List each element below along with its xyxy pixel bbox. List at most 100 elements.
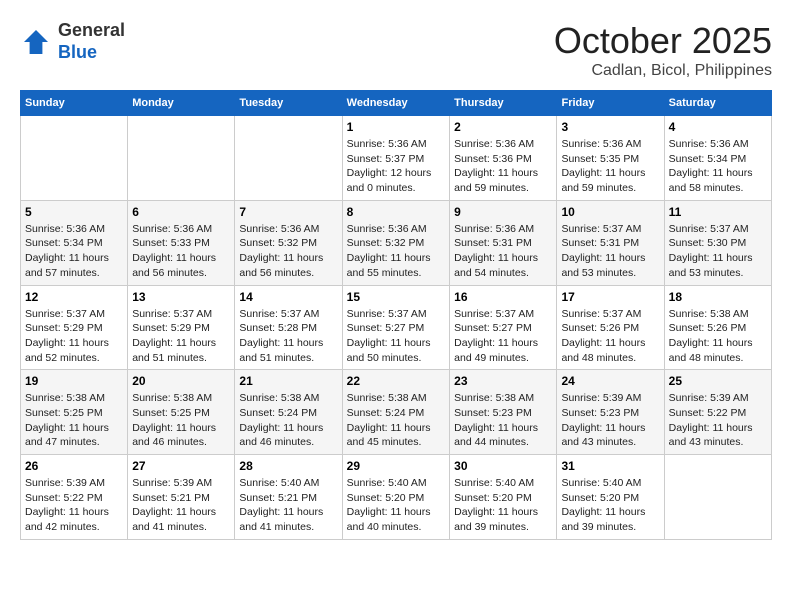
month-title: October 2025 bbox=[554, 20, 772, 62]
calendar-cell bbox=[21, 116, 128, 201]
cell-details: Sunrise: 5:36 AM Sunset: 5:32 PM Dayligh… bbox=[239, 222, 337, 281]
week-row-2: 5 Sunrise: 5:36 AM Sunset: 5:34 PM Daylig… bbox=[21, 200, 772, 285]
calendar-cell: 23 Sunrise: 5:38 AM Sunset: 5:23 PM Dayli… bbox=[450, 370, 557, 455]
calendar-cell: 26 Sunrise: 5:39 AM Sunset: 5:22 PM Dayli… bbox=[21, 455, 128, 540]
calendar-cell bbox=[235, 116, 342, 201]
title-area: October 2025 Cadlan, Bicol, Philippines bbox=[554, 20, 772, 80]
day-number: 31 bbox=[561, 459, 659, 473]
calendar-cell: 19Sunrise: 5:38 AM Sunset: 5:25 PM Dayli… bbox=[21, 370, 128, 455]
day-number: 3 bbox=[561, 120, 659, 134]
calendar-cell: 22 Sunrise: 5:38 AM Sunset: 5:24 PM Dayli… bbox=[342, 370, 449, 455]
weekday-header-tuesday: Tuesday bbox=[235, 91, 342, 116]
weekday-header-friday: Friday bbox=[557, 91, 664, 116]
cell-details: Sunrise: 5:37 AM Sunset: 5:29 PM Dayligh… bbox=[25, 307, 123, 366]
calendar-cell: 18 Sunrise: 5:38 AM Sunset: 5:26 PM Dayli… bbox=[664, 285, 771, 370]
cell-details: Sunrise: 5:39 AM Sunset: 5:22 PM Dayligh… bbox=[669, 391, 767, 450]
day-number: 6 bbox=[132, 205, 230, 219]
cell-details: Sunrise: 5:37 AM Sunset: 5:27 PM Dayligh… bbox=[454, 307, 552, 366]
day-number: 2 bbox=[454, 120, 552, 134]
calendar-cell: 1Sunrise: 5:36 AM Sunset: 5:37 PM Daylig… bbox=[342, 116, 449, 201]
logo-text: General Blue bbox=[58, 20, 125, 63]
week-row-4: 19 Sunrise: 5:38 AM Sunset: 5:25 PM Dayli… bbox=[21, 370, 772, 455]
day-number: 27 bbox=[132, 459, 230, 473]
day-number: 21 bbox=[239, 374, 337, 388]
calendar-cell: 7 Sunrise: 5:36 AM Sunset: 5:32 PM Daylig… bbox=[235, 200, 342, 285]
calendar-cell: 17Sunrise: 5:37 AM Sunset: 5:26 PM Dayli… bbox=[557, 285, 664, 370]
day-number: 28 bbox=[239, 459, 337, 473]
calendar-cell: 5 Sunrise: 5:36 AM Sunset: 5:34 PM Daylig… bbox=[21, 200, 128, 285]
calendar-cell: 10 Sunrise: 5:37 AM Sunset: 5:31 PM Dayli… bbox=[557, 200, 664, 285]
page-header: General Blue October 2025 Cadlan, Bicol,… bbox=[20, 20, 772, 80]
day-number: 10 bbox=[561, 205, 659, 219]
day-number: 19 bbox=[25, 374, 123, 388]
calendar-cell: 14 Sunrise: 5:37 AM Sunset: 5:28 PM Dayli… bbox=[235, 285, 342, 370]
calendar-cell: 21 Sunrise: 5:38 AM Sunset: 5:24 PM Dayli… bbox=[235, 370, 342, 455]
day-number: 29 bbox=[347, 459, 445, 473]
calendar-cell bbox=[128, 116, 235, 201]
weekday-header-thursday: Thursday bbox=[450, 91, 557, 116]
logo-blue: Blue bbox=[58, 42, 125, 64]
location-title: Cadlan, Bicol, Philippines bbox=[554, 62, 772, 80]
cell-details: Sunrise: 5:36 AM Sunset: 5:34 PM Dayligh… bbox=[669, 137, 767, 196]
cell-details: Sunrise: 5:39 AM Sunset: 5:23 PM Dayligh… bbox=[561, 391, 659, 450]
logo-general: General bbox=[58, 20, 125, 42]
cell-details: Sunrise: 5:37 AM Sunset: 5:27 PM Dayligh… bbox=[347, 307, 445, 366]
cell-details: Sunrise: 5:40 AM Sunset: 5:20 PM Dayligh… bbox=[347, 476, 445, 535]
calendar-cell: 13Sunrise: 5:37 AM Sunset: 5:29 PM Dayli… bbox=[128, 285, 235, 370]
cell-details: Sunrise: 5:38 AM Sunset: 5:26 PM Dayligh… bbox=[669, 307, 767, 366]
day-number: 9 bbox=[454, 205, 552, 219]
cell-details: Sunrise: 5:36 AM Sunset: 5:37 PM Dayligh… bbox=[347, 137, 445, 196]
calendar-cell: 12Sunrise: 5:37 AM Sunset: 5:29 PM Dayli… bbox=[21, 285, 128, 370]
cell-details: Sunrise: 5:38 AM Sunset: 5:24 PM Dayligh… bbox=[239, 391, 337, 450]
day-number: 23 bbox=[454, 374, 552, 388]
cell-details: Sunrise: 5:40 AM Sunset: 5:21 PM Dayligh… bbox=[239, 476, 337, 535]
calendar-cell: 30Sunrise: 5:40 AM Sunset: 5:20 PM Dayli… bbox=[450, 455, 557, 540]
logo-icon bbox=[20, 26, 52, 58]
day-number: 8 bbox=[347, 205, 445, 219]
cell-details: Sunrise: 5:36 AM Sunset: 5:35 PM Dayligh… bbox=[561, 137, 659, 196]
cell-details: Sunrise: 5:39 AM Sunset: 5:22 PM Dayligh… bbox=[25, 476, 123, 535]
day-number: 18 bbox=[669, 290, 767, 304]
calendar-cell: 25 Sunrise: 5:39 AM Sunset: 5:22 PM Dayli… bbox=[664, 370, 771, 455]
cell-details: Sunrise: 5:39 AM Sunset: 5:21 PM Dayligh… bbox=[132, 476, 230, 535]
cell-details: Sunrise: 5:38 AM Sunset: 5:24 PM Dayligh… bbox=[347, 391, 445, 450]
calendar-cell: 8Sunrise: 5:36 AM Sunset: 5:32 PM Daylig… bbox=[342, 200, 449, 285]
day-number: 25 bbox=[669, 374, 767, 388]
calendar-cell: 28 Sunrise: 5:40 AM Sunset: 5:21 PM Dayli… bbox=[235, 455, 342, 540]
day-number: 14 bbox=[239, 290, 337, 304]
day-number: 4 bbox=[669, 120, 767, 134]
calendar-cell bbox=[664, 455, 771, 540]
day-number: 17 bbox=[561, 290, 659, 304]
calendar-cell: 3 Sunrise: 5:36 AM Sunset: 5:35 PM Daylig… bbox=[557, 116, 664, 201]
cell-details: Sunrise: 5:38 AM Sunset: 5:23 PM Dayligh… bbox=[454, 391, 552, 450]
calendar-cell: 11Sunrise: 5:37 AM Sunset: 5:30 PM Dayli… bbox=[664, 200, 771, 285]
cell-details: Sunrise: 5:36 AM Sunset: 5:36 PM Dayligh… bbox=[454, 137, 552, 196]
weekday-header-saturday: Saturday bbox=[664, 91, 771, 116]
weekday-header-row: SundayMondayTuesdayWednesdayThursdayFrid… bbox=[21, 91, 772, 116]
cell-details: Sunrise: 5:38 AM Sunset: 5:25 PM Dayligh… bbox=[132, 391, 230, 450]
day-number: 26 bbox=[25, 459, 123, 473]
day-number: 15 bbox=[347, 290, 445, 304]
week-row-5: 26 Sunrise: 5:39 AM Sunset: 5:22 PM Dayli… bbox=[21, 455, 772, 540]
cell-details: Sunrise: 5:36 AM Sunset: 5:34 PM Dayligh… bbox=[25, 222, 123, 281]
calendar-cell: 31 Sunrise: 5:40 AM Sunset: 5:20 PM Dayli… bbox=[557, 455, 664, 540]
calendar-cell: 16 Sunrise: 5:37 AM Sunset: 5:27 PM Dayli… bbox=[450, 285, 557, 370]
calendar-cell: 9Sunrise: 5:36 AM Sunset: 5:31 PM Daylig… bbox=[450, 200, 557, 285]
cell-details: Sunrise: 5:36 AM Sunset: 5:33 PM Dayligh… bbox=[132, 222, 230, 281]
calendar-cell: 27 Sunrise: 5:39 AM Sunset: 5:21 PM Dayli… bbox=[128, 455, 235, 540]
day-number: 5 bbox=[25, 205, 123, 219]
cell-details: Sunrise: 5:37 AM Sunset: 5:28 PM Dayligh… bbox=[239, 307, 337, 366]
day-number: 16 bbox=[454, 290, 552, 304]
cell-details: Sunrise: 5:37 AM Sunset: 5:31 PM Dayligh… bbox=[561, 222, 659, 281]
day-number: 20 bbox=[132, 374, 230, 388]
calendar-cell: 24Sunrise: 5:39 AM Sunset: 5:23 PM Dayli… bbox=[557, 370, 664, 455]
week-row-1: 1Sunrise: 5:36 AM Sunset: 5:37 PM Daylig… bbox=[21, 116, 772, 201]
cell-details: Sunrise: 5:40 AM Sunset: 5:20 PM Dayligh… bbox=[561, 476, 659, 535]
calendar-cell: 4 Sunrise: 5:36 AM Sunset: 5:34 PM Daylig… bbox=[664, 116, 771, 201]
day-number: 22 bbox=[347, 374, 445, 388]
calendar-cell: 29 Sunrise: 5:40 AM Sunset: 5:20 PM Dayli… bbox=[342, 455, 449, 540]
calendar-cell: 15 Sunrise: 5:37 AM Sunset: 5:27 PM Dayli… bbox=[342, 285, 449, 370]
calendar-cell: 20 Sunrise: 5:38 AM Sunset: 5:25 PM Dayli… bbox=[128, 370, 235, 455]
weekday-header-wednesday: Wednesday bbox=[342, 91, 449, 116]
day-number: 7 bbox=[239, 205, 337, 219]
